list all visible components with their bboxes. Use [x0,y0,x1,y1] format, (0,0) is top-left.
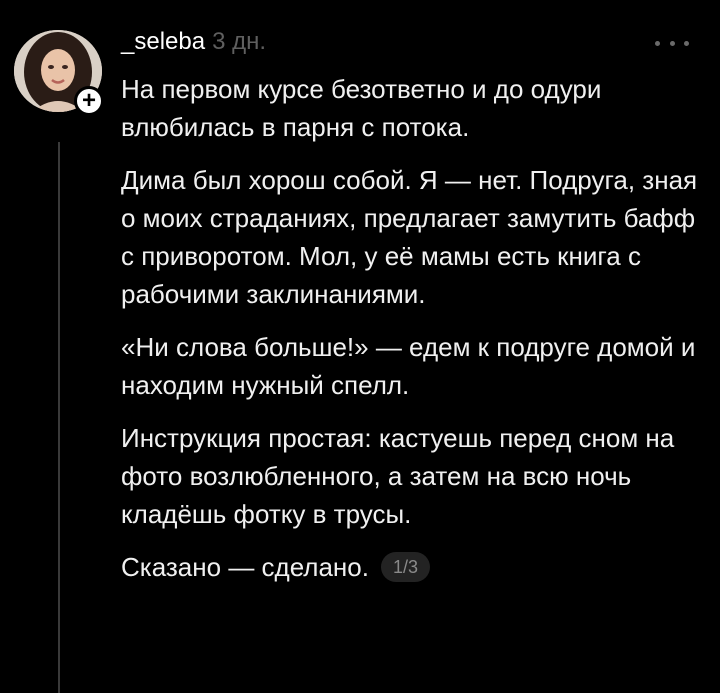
post-paragraph-last: Сказано — сделано. 1/3 [121,548,701,586]
thread-post: + _seleba 3 дн. На первом курсе безответ… [0,0,720,693]
post-last-line: Сказано — сделано. [121,552,369,582]
page-indicator: 1/3 [380,552,431,582]
post-paragraph: Дима был хорош собой. Я — нет. Подруга, … [121,165,698,309]
timestamp[interactable]: 3 дн. [212,28,266,56]
post-header: _seleba 3 дн. [121,28,266,60]
more-dots-icon[interactable] [655,38,689,48]
follow-button[interactable]: + [74,86,104,116]
post-paragraph: Инструкция простая: кастуешь перед сном … [121,423,675,529]
username[interactable]: _seleba [121,28,205,56]
post-paragraph: На первом курсе безответно и до одури вл… [121,74,602,142]
thread-line [58,142,60,693]
plus-icon: + [81,87,96,114]
post-paragraph: «Ни слова больше!» — едем к подруге домо… [121,332,696,400]
post-body: На первом курсе безответно и до одури вл… [121,70,701,586]
